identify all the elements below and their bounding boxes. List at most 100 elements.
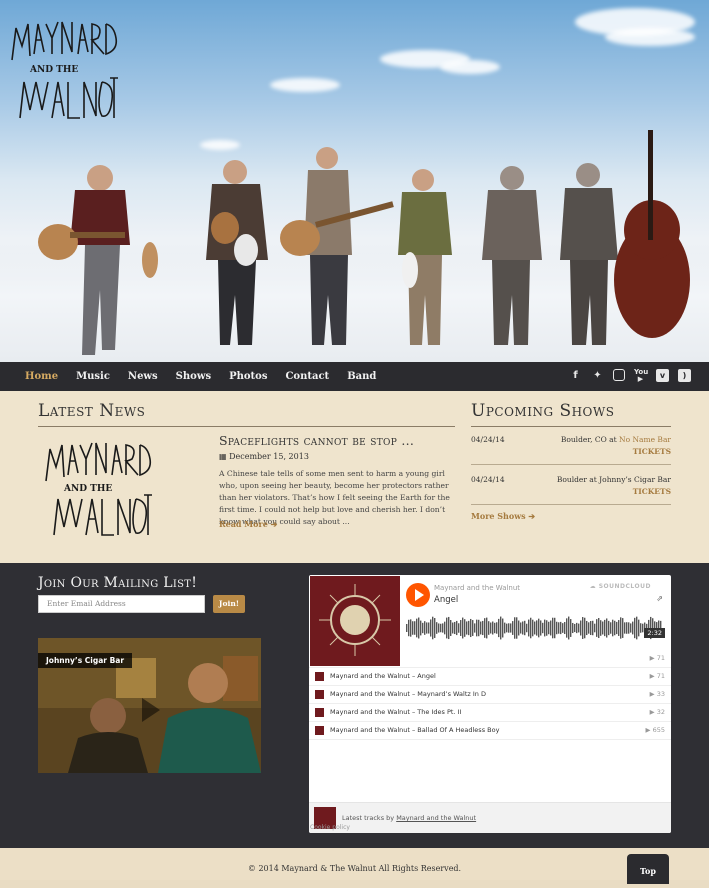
waveform-bar [622, 618, 624, 638]
news-divider [38, 426, 455, 427]
waveform-bar [572, 622, 574, 634]
waveform-bar [456, 620, 458, 636]
nav-news[interactable]: News [128, 362, 158, 391]
news-thumbnail[interactable]: AND THE [40, 435, 152, 543]
waveform-bar [492, 621, 494, 635]
cloud-icon: ☁ [589, 583, 599, 590]
waveform-bar [568, 616, 570, 640]
waveform-bar [480, 621, 482, 635]
track-name[interactable]: Maynard and the Walnut – Maynard’s Waltz… [330, 686, 486, 703]
waveform-bar [478, 619, 480, 637]
tickets-link[interactable]: TICKETS [633, 447, 671, 456]
mailing-list-heading: Join Our Mailing List! [38, 575, 198, 591]
waveform-bar [574, 623, 576, 633]
waveform-bar [628, 622, 630, 634]
waveform-bar [462, 617, 464, 639]
waveform-bar [570, 619, 572, 637]
waveform-bar [528, 619, 530, 637]
read-more-link[interactable]: Read More ➔ [219, 519, 277, 529]
soundcloud-footer: Latest tracks by Maynard and the Walnut [309, 802, 671, 833]
waveform-bar [504, 622, 506, 634]
nav-contact[interactable]: Contact [285, 362, 329, 391]
waveform-bar [460, 620, 462, 636]
twitter-icon[interactable]: ✦ [591, 369, 604, 382]
artist-link[interactable]: Maynard and the Walnut [396, 814, 476, 822]
waveform-bar [564, 621, 566, 635]
nav-home[interactable]: Home [25, 362, 58, 391]
play-count: ▶ 71 [649, 654, 665, 662]
nav-photos[interactable]: Photos [229, 362, 267, 391]
arrow-right-icon: ➔ [525, 511, 536, 521]
nav-shows[interactable]: Shows [176, 362, 211, 391]
content-area: Latest News AND THE Spaceflights cannot … [0, 391, 709, 563]
track-title[interactable]: Angel [434, 595, 458, 605]
cookie-policy-link[interactable]: Cookie policy [310, 824, 350, 831]
join-button[interactable]: Join! [213, 595, 245, 613]
play-button[interactable] [406, 583, 430, 607]
main-nav: Home Music News Shows Photos Contact Ban… [0, 362, 709, 391]
waveform-bar [576, 622, 578, 634]
more-shows-link[interactable]: More Shows ➔ [471, 511, 535, 521]
tickets-link[interactable]: TICKETS [633, 487, 671, 496]
waveform-bar [442, 623, 444, 633]
waveform-bar [606, 618, 608, 638]
waveform-bar [410, 619, 412, 637]
waveform-bar [610, 622, 612, 634]
track-row[interactable]: Maynard and the Walnut – Angel ▶ 71 [309, 667, 671, 685]
waveform-bar [558, 622, 560, 634]
calendar-icon: ▦ [219, 452, 230, 461]
waveform-bar [498, 618, 500, 638]
waveform-bar [560, 621, 562, 635]
svg-text:AND THE: AND THE [29, 65, 78, 75]
track-name[interactable]: Maynard and the Walnut – Ballad Of A Hea… [330, 722, 499, 739]
facebook-icon[interactable]: f [569, 369, 582, 382]
waveform-bar [596, 619, 598, 637]
waveform-bar [552, 617, 554, 639]
soundcloud-logo[interactable]: ☁ SOUNDCLOUD [590, 583, 651, 590]
band-photo [38, 130, 690, 355]
waveform-bar [434, 618, 436, 638]
waveform-bar [534, 621, 536, 635]
nav-band[interactable]: Band [347, 362, 376, 391]
track-artist[interactable]: Maynard and the Walnut [434, 584, 520, 592]
track-thumbnail [315, 708, 324, 717]
news-post-title[interactable]: Spaceflights cannot be stop ... [219, 433, 414, 448]
waveform-bar [506, 623, 508, 633]
waveform-bar [618, 620, 620, 636]
waveform-bar [474, 623, 476, 633]
waveform-bar [476, 619, 478, 637]
venue-link[interactable]: No Name Bar [619, 435, 671, 444]
waveform-bar [614, 620, 616, 636]
track-name[interactable]: Maynard and the Walnut – Angel [330, 668, 436, 685]
album-artwork[interactable] [310, 576, 400, 666]
waveform-bar [452, 622, 454, 634]
share-icon[interactable]: ⇗ [656, 594, 663, 603]
waveform-bar [562, 623, 564, 633]
band-logo: AND THE [11, 21, 118, 119]
waveform-bar [426, 622, 428, 634]
waveform-bar [520, 622, 522, 634]
waveform-bar [484, 618, 486, 638]
waveform-bar [454, 621, 456, 635]
track-row[interactable]: Maynard and the Walnut – Ballad Of A Hea… [309, 721, 671, 740]
soundcloud-widget: Maynard and the Walnut Angel ☁ SOUNDCLOU… [309, 575, 671, 833]
instagram-icon[interactable] [613, 369, 625, 381]
waveform-bar [444, 621, 446, 635]
youtube-icon[interactable]: You ▶ [634, 369, 648, 383]
waveform-bar [580, 620, 582, 636]
track-thumbnail [315, 690, 324, 699]
track-name[interactable]: Maynard and the Walnut – The Ides Pt. II [330, 704, 461, 721]
video-player[interactable]: Johnny’s Cigar Bar [38, 638, 261, 773]
track-row[interactable]: Maynard and the Walnut – The Ides Pt. II… [309, 703, 671, 721]
vimeo-icon[interactable]: v [656, 369, 669, 382]
nav-music[interactable]: Music [76, 362, 110, 391]
waveform-bar [408, 619, 410, 637]
social-links: f ✦ You ▶ v ) [569, 369, 691, 383]
waveform-bar [490, 622, 492, 634]
waveform-bar [640, 623, 642, 633]
track-row[interactable]: Maynard and the Walnut – Maynard’s Waltz… [309, 685, 671, 703]
waveform-bar [510, 623, 512, 633]
email-input[interactable]: Enter Email Address [38, 595, 205, 613]
rss-icon[interactable]: ) [678, 369, 691, 382]
waveform[interactable] [406, 613, 662, 643]
